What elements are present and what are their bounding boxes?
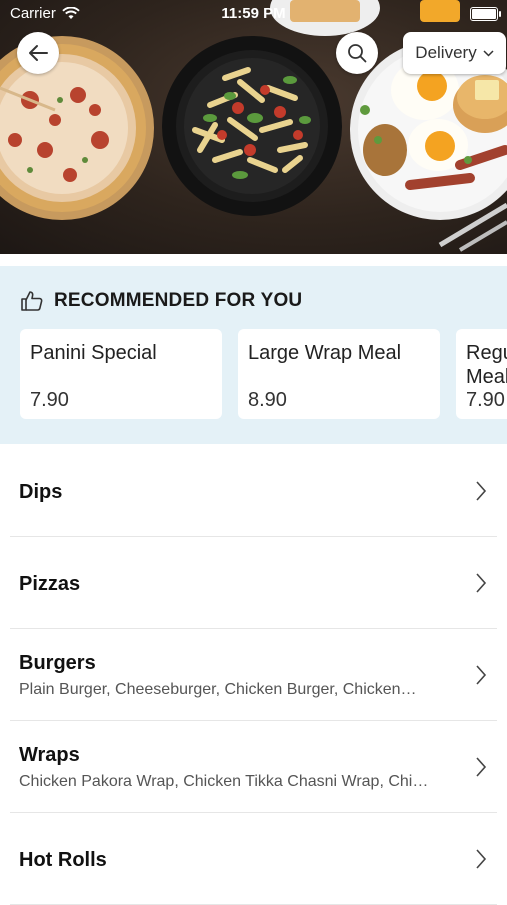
category-row-dips[interactable]: Dips (10, 445, 497, 537)
status-bar: Carrier 11:59 PM (0, 0, 507, 28)
recommended-section: RECOMMENDED FOR YOU Panini Special 7.90 … (0, 266, 507, 444)
recommended-title: RECOMMENDED FOR YOU (54, 290, 303, 311)
thumbs-up-icon (21, 291, 43, 311)
recommended-item-name: Large Wrap Meal (248, 342, 402, 364)
menu-category-list: Dips Pizzas Burgers Plain Burger, Cheese… (0, 445, 507, 905)
recommended-item-price: 7.90 (30, 389, 69, 411)
recommended-item-price: 8.90 (248, 389, 287, 411)
search-button[interactable] (336, 32, 378, 74)
delivery-label: Delivery (415, 43, 477, 62)
hero-image: Carrier 11:59 PM Delivery (0, 0, 507, 254)
chevron-right-icon (476, 573, 487, 593)
chevron-right-icon (476, 849, 487, 869)
delivery-mode-dropdown[interactable]: Delivery (403, 32, 506, 74)
category-subtitle: Plain Burger, Cheeseburger, Chicken Burg… (19, 681, 417, 698)
category-title: Dips (19, 481, 63, 503)
search-icon (348, 44, 367, 63)
recommended-item-name: Panini Special (30, 342, 157, 364)
category-title: Hot Rolls (19, 849, 107, 871)
category-title: Pizzas (19, 573, 81, 595)
battery-icon (470, 7, 501, 21)
recommended-item-name: Regular Meal (466, 342, 507, 388)
arrow-left-icon (29, 45, 48, 61)
status-time: 11:59 PM (221, 5, 286, 22)
recommended-card[interactable]: Panini Special 7.90 (20, 329, 222, 419)
category-row-pizzas[interactable]: Pizzas (10, 537, 497, 629)
recommended-card[interactable]: Regular Meal 7.90 (456, 329, 507, 419)
recommended-header: RECOMMENDED FOR YOU (20, 290, 302, 312)
back-button[interactable] (17, 32, 59, 74)
category-title: Burgers (19, 652, 96, 674)
chevron-right-icon (476, 665, 487, 685)
category-title: Wraps (19, 744, 80, 766)
category-subtitle: Chicken Pakora Wrap, Chicken Tikka Chasn… (19, 773, 429, 790)
category-row-hot-rolls[interactable]: Hot Rolls (10, 813, 497, 905)
chevron-right-icon (476, 757, 487, 777)
chevron-right-icon (476, 481, 487, 501)
category-row-wraps[interactable]: Wraps Chicken Pakora Wrap, Chicken Tikka… (10, 721, 497, 813)
chevron-down-icon (483, 49, 494, 57)
category-row-burgers[interactable]: Burgers Plain Burger, Cheeseburger, Chic… (10, 629, 497, 721)
recommended-carousel[interactable]: Panini Special 7.90 Large Wrap Meal 8.90… (20, 329, 507, 419)
recommended-item-price: 7.90 (466, 389, 505, 411)
recommended-card[interactable]: Large Wrap Meal 8.90 (238, 329, 440, 419)
